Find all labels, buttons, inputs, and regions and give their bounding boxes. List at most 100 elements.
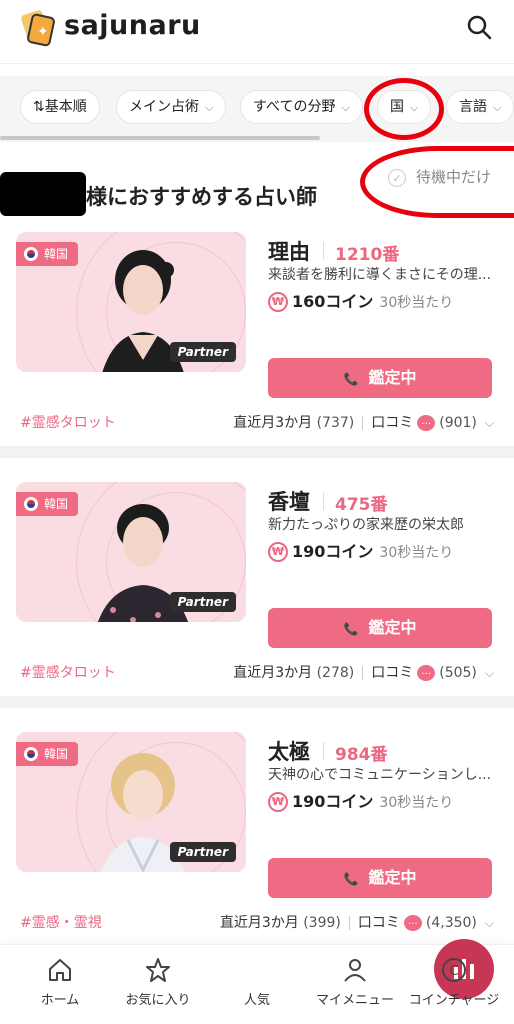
sort-icon: ⇅ <box>33 99 45 115</box>
recent-count: (399) <box>303 915 341 931</box>
chevron-down-icon: ⌵ <box>205 101 214 114</box>
price-unit: 30秒当たり <box>379 295 454 311</box>
price: ₩190コイン 30秒当たり <box>268 538 453 563</box>
country-label: 韓国 <box>44 747 69 761</box>
chevron-down-icon: ⌵ <box>484 416 494 430</box>
country-tag: 韓国 <box>16 492 79 516</box>
filter-main-label: メイン占術 <box>129 99 199 115</box>
partner-badge: Partner <box>169 342 236 362</box>
logo-icon[interactable]: ✦ <box>18 8 58 48</box>
phone-icon: 📞 <box>343 622 359 636</box>
korea-flag-icon <box>24 246 38 261</box>
partner-badge: Partner <box>169 842 236 862</box>
tab-coin-charge-label: コインチャージ <box>408 993 500 1008</box>
chevron-down-icon: ⌵ <box>341 101 350 114</box>
review-label: 口コミ <box>371 415 414 431</box>
chat-bubble-icon: … <box>403 915 422 931</box>
filter-field-chip[interactable]: すべての分野 ⌵ <box>240 90 363 124</box>
filter-scrollbar[interactable] <box>0 136 320 140</box>
check-icon: ✓ <box>388 168 406 187</box>
waiting-only-toggle[interactable]: ✓ 待機中だけ <box>388 166 491 187</box>
advisor-rank: 984番 <box>335 745 388 765</box>
tab-favorites[interactable]: お気に入り <box>108 957 208 1008</box>
review-label: 口コミ <box>371 665 414 681</box>
genre-tag[interactable]: #霊感タロット <box>20 662 116 682</box>
brand-name[interactable]: sajunaru <box>64 10 201 41</box>
advisor-card[interactable]: 韓国 Partner 太極 984番 天神の心でコミュニケーションし... ₩1… <box>0 732 514 942</box>
consult-button-label: 鑑定中 <box>368 868 417 887</box>
chevron-down-icon: ⌵ <box>493 101 502 114</box>
price-value: 160コイン <box>292 292 374 311</box>
coin-icon: ₩ <box>268 541 288 562</box>
genre-tag[interactable]: #霊感タロット <box>20 412 116 432</box>
consult-button[interactable]: 📞 鑑定中 <box>268 858 492 898</box>
country-label: 韓国 <box>44 247 69 261</box>
consult-button[interactable]: 📞 鑑定中 <box>268 608 492 648</box>
tab-my-menu-label: マイメニュー <box>315 993 394 1008</box>
filter-main-chip[interactable]: メイン占術 ⌵ <box>116 90 227 124</box>
advisor-stats[interactable]: 直近月3か月 (399) 口コミ… (4,350) ⌵ <box>220 912 494 932</box>
chevron-down-icon: ⌵ <box>484 916 494 930</box>
advisor-rank: 475番 <box>335 495 388 515</box>
country-tag: 韓国 <box>16 242 79 266</box>
tab-favorites-label: お気に入り <box>125 993 191 1008</box>
recent-label: 直近月3か月 <box>233 665 313 681</box>
advisor-photo[interactable]: 韓国 Partner <box>16 232 246 372</box>
advisor-stats[interactable]: 直近月3か月 (278) 口コミ… (505) ⌵ <box>233 662 494 682</box>
review-count: (505) <box>439 665 477 681</box>
home-icon <box>49 959 71 981</box>
filter-sort-label: 基本順 <box>44 99 87 115</box>
advisor-stats[interactable]: 直近月3か月 (737) 口コミ… (901) ⌵ <box>233 412 494 432</box>
tab-popular-label: 人気 <box>243 993 270 1008</box>
country-tag: 韓国 <box>16 742 79 766</box>
tab-home-label: ホーム <box>40 993 80 1008</box>
coin-icon: ₩ <box>268 791 288 812</box>
phone-icon: 📞 <box>343 872 359 886</box>
coin-icon: ₩ <box>268 291 288 312</box>
review-label: 口コミ <box>357 915 400 931</box>
advisor-photo[interactable]: 韓国 Partner <box>16 482 246 622</box>
advisor-name[interactable]: 香壇 <box>268 486 310 516</box>
annotation-circle <box>364 78 444 140</box>
filter-language-chip[interactable]: 言語 ⌵ <box>446 90 514 124</box>
price-value: 190コイン <box>292 542 374 561</box>
tab-popular[interactable]: 人気 <box>207 939 494 1008</box>
search-icon[interactable] <box>466 14 492 40</box>
tab-coin-charge[interactable]: C コインチャージ <box>404 957 504 1008</box>
tab-home[interactable]: ホーム <box>10 957 110 1008</box>
price-unit: 30秒当たり <box>379 795 454 811</box>
consult-button[interactable]: 📞 鑑定中 <box>268 358 492 398</box>
recent-count: (737) <box>316 415 355 431</box>
svg-text:✦: ✦ <box>37 24 49 40</box>
advisor-photo[interactable]: 韓国 Partner <box>16 732 246 872</box>
recent-label: 直近月3か月 <box>233 415 313 431</box>
korea-flag-icon <box>24 496 38 511</box>
advisor-card[interactable]: 韓国 Partner 理由 1210番 来談者を勝利に導くまさにその理... ₩… <box>0 232 514 470</box>
advisor-description: 新力たっぷりの家来歴の栄太郎 <box>268 517 464 533</box>
price-value: 190コイン <box>292 792 374 811</box>
review-count: (4,350) <box>425 915 477 931</box>
recent-label: 直近月3か月 <box>219 915 299 931</box>
filter-sort-chip[interactable]: ⇅基本順 <box>20 90 100 124</box>
waiting-only-label: 待機中だけ <box>416 168 492 186</box>
tab-my-menu[interactable]: マイメニュー <box>305 957 405 1008</box>
coin-icon: C <box>442 958 466 982</box>
advisor-card[interactable]: 韓国 Partner 香壇 475番 新力たっぷりの家来歴の栄太郎 ₩190コイ… <box>0 482 514 720</box>
price: ₩160コイン 30秒当たり <box>268 288 453 313</box>
filter-field-label: すべての分野 <box>253 99 336 115</box>
recent-count: (278) <box>316 665 355 681</box>
advisor-rank: 1210番 <box>335 245 400 265</box>
country-label: 韓国 <box>44 497 69 511</box>
chat-bubble-icon: … <box>417 415 436 431</box>
advisor-name[interactable]: 太極 <box>268 736 310 766</box>
partner-badge: Partner <box>169 592 236 612</box>
chat-bubble-icon: … <box>417 665 436 681</box>
phone-icon: 📞 <box>343 372 359 386</box>
consult-button-label: 鑑定中 <box>368 618 417 637</box>
advisor-name[interactable]: 理由 <box>268 236 310 266</box>
app-header: ✦ sajunaru <box>0 0 514 64</box>
filter-language-label: 言語 <box>459 99 487 115</box>
chevron-down-icon: ⌵ <box>484 666 494 680</box>
genre-tag[interactable]: #霊感・霊視 <box>20 912 102 932</box>
korea-flag-icon <box>24 746 38 761</box>
